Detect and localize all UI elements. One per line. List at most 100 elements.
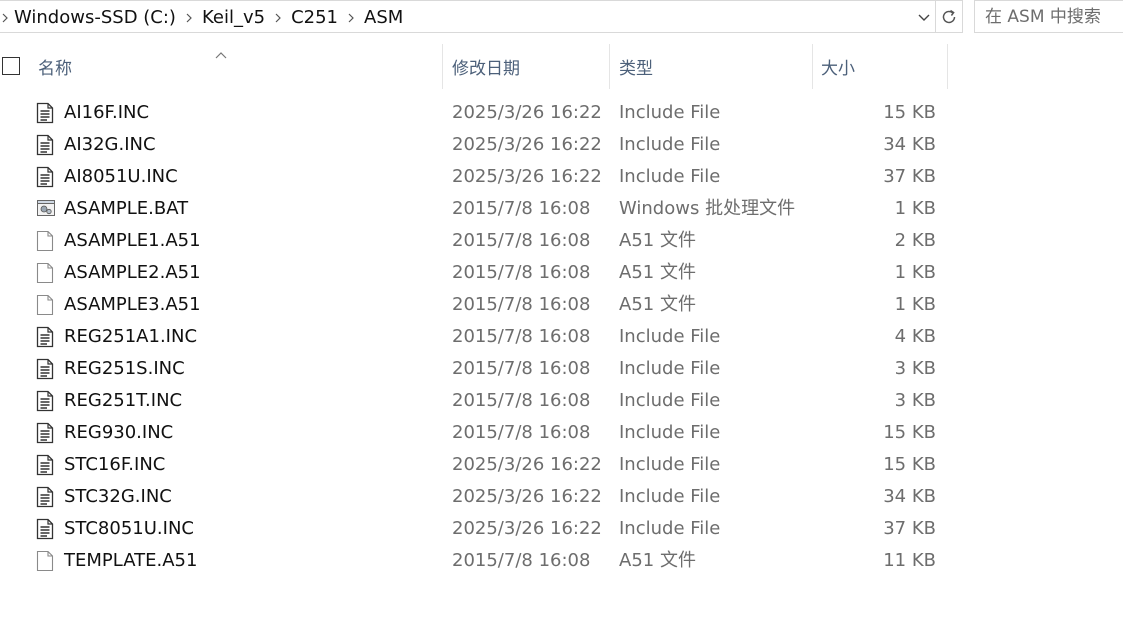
chevron-right-icon[interactable] — [0, 7, 10, 28]
file-name: ASAMPLE1.A51 — [64, 230, 201, 251]
column-divider[interactable] — [812, 44, 813, 89]
text-file-icon — [36, 454, 54, 476]
file-type: Include File — [619, 486, 721, 507]
text-file-icon — [36, 390, 54, 412]
file-size: 1 KB — [894, 198, 936, 219]
file-row[interactable]: AI8051U.INC 2025/3/26 16:22 Include File 37… — [0, 161, 948, 193]
file-modified-date: 2015/7/8 16:08 — [452, 326, 591, 347]
file-size: 34 KB — [883, 486, 936, 507]
file-type: Include File — [619, 422, 721, 443]
file-modified-date: 2025/3/26 16:22 — [452, 102, 602, 123]
column-header-name[interactable]: 名称 — [38, 44, 442, 89]
file-row[interactable]: AI16F.INC 2025/3/26 16:22 Include File 15 K… — [0, 97, 948, 129]
file-modified-date: 2015/7/8 16:08 — [452, 262, 591, 283]
file-type: Include File — [619, 390, 721, 411]
file-row[interactable]: STC16F.INC 2025/3/26 16:22 Include File 15 … — [0, 449, 948, 481]
column-header-size[interactable]: 大小 — [821, 44, 947, 89]
file-type: A51 文件 — [619, 230, 696, 251]
file-row[interactable]: REG251S.INC 2015/7/8 16:08 Include File 3 K… — [0, 353, 948, 385]
file-modified-date: 2025/3/26 16:22 — [452, 486, 602, 507]
breadcrumb-item-drive[interactable]: Windows-SSD (C:) — [10, 7, 180, 28]
text-file-icon — [36, 518, 54, 540]
blank-file-icon — [36, 230, 54, 252]
file-type: A51 文件 — [619, 262, 696, 283]
column-header-date[interactable]: 修改日期 — [452, 44, 609, 89]
text-file-icon — [36, 134, 54, 156]
file-row[interactable]: ASAMPLE1.A51 2015/7/8 16:08 A51 文件 2 KB — [0, 225, 948, 257]
file-row[interactable]: ASAMPLE2.A51 2015/7/8 16:08 A51 文件 1 KB — [0, 257, 948, 289]
breadcrumb-item-c251[interactable]: C251 — [287, 7, 342, 28]
file-name: ASAMPLE2.A51 — [64, 262, 201, 283]
chevron-down-icon[interactable] — [912, 1, 936, 34]
file-name: ASAMPLE3.A51 — [64, 294, 201, 315]
file-modified-date: 2025/3/26 16:22 — [452, 134, 602, 155]
text-file-icon — [36, 422, 54, 444]
file-row[interactable]: STC8051U.INC 2025/3/26 16:22 Include File 3… — [0, 513, 948, 545]
search-input[interactable] — [975, 1, 1123, 32]
file-name: AI16F.INC — [64, 102, 150, 123]
file-row[interactable]: REG251A1.INC 2015/7/8 16:08 Include File 4 … — [0, 321, 948, 353]
file-type: A51 文件 — [619, 550, 696, 571]
file-type: Include File — [619, 454, 721, 475]
file-name: REG251A1.INC — [64, 326, 198, 347]
file-list: AI16F.INC 2025/3/26 16:22 Include File 15 K… — [0, 97, 948, 577]
file-type: Include File — [619, 358, 721, 379]
text-file-icon — [36, 326, 54, 348]
column-header-type[interactable]: 类型 — [619, 44, 812, 89]
file-name: AI8051U.INC — [64, 166, 178, 187]
file-modified-date: 2015/7/8 16:08 — [452, 422, 591, 443]
file-name: REG251S.INC — [64, 358, 185, 379]
text-file-icon — [36, 486, 54, 508]
column-divider[interactable] — [947, 44, 948, 89]
file-type: Include File — [619, 518, 721, 539]
chevron-right-icon[interactable] — [342, 7, 360, 28]
file-name: ASAMPLE.BAT — [64, 198, 189, 219]
file-type: Windows 批处理文件 — [619, 198, 796, 219]
text-file-icon — [36, 358, 54, 380]
file-type: Include File — [619, 166, 721, 187]
breadcrumb-item-asm[interactable]: ASM — [360, 7, 407, 28]
column-divider[interactable] — [442, 44, 443, 89]
address-box[interactable]: Windows-SSD (C:) Keil_v5 C251 ASM — [0, 0, 936, 33]
file-row[interactable]: ASAMPLE.BAT 2015/7/8 16:08 Windows 批处理文件 1 … — [0, 193, 948, 225]
file-row[interactable]: AI32G.INC 2025/3/26 16:22 Include File 34 K… — [0, 129, 948, 161]
file-name: STC16F.INC — [64, 454, 166, 475]
blank-file-icon — [36, 550, 54, 572]
refresh-icon — [942, 9, 956, 23]
file-modified-date: 2015/7/8 16:08 — [452, 230, 591, 251]
file-type: Include File — [619, 102, 721, 123]
file-name: TEMPLATE.A51 — [64, 550, 198, 571]
file-row[interactable]: STC32G.INC 2025/3/26 16:22 Include File 34 … — [0, 481, 948, 513]
blank-file-icon — [36, 294, 54, 316]
file-row[interactable]: REG930.INC 2015/7/8 16:08 Include File 15 K… — [0, 417, 948, 449]
address-bar: Windows-SSD (C:) Keil_v5 C251 ASM — [0, 0, 1123, 34]
text-file-icon — [36, 166, 54, 188]
file-row[interactable]: ASAMPLE3.A51 2015/7/8 16:08 A51 文件 1 KB — [0, 289, 948, 321]
file-name: STC8051U.INC — [64, 518, 194, 539]
breadcrumb-item-keil[interactable]: Keil_v5 — [198, 7, 269, 28]
file-row[interactable]: REG251T.INC 2015/7/8 16:08 Include File 3 K… — [0, 385, 948, 417]
column-divider[interactable] — [609, 44, 610, 89]
file-size: 34 KB — [883, 134, 936, 155]
file-type: A51 文件 — [619, 294, 696, 315]
breadcrumb: Windows-SSD (C:) Keil_v5 C251 ASM — [0, 1, 407, 34]
column-header: 名称 修改日期 类型 大小 — [0, 44, 948, 89]
blank-file-icon — [36, 262, 54, 284]
file-type: Include File — [619, 134, 721, 155]
file-name: REG251T.INC — [64, 390, 183, 411]
chevron-right-icon[interactable] — [269, 7, 287, 28]
file-modified-date: 2015/7/8 16:08 — [452, 390, 591, 411]
file-size: 1 KB — [894, 262, 936, 283]
file-size: 15 KB — [883, 422, 936, 443]
file-modified-date: 2015/7/8 16:08 — [452, 550, 591, 571]
file-row[interactable]: TEMPLATE.A51 2015/7/8 16:08 A51 文件 11 KB — [0, 545, 948, 577]
file-modified-date: 2015/7/8 16:08 — [452, 358, 591, 379]
refresh-button[interactable] — [936, 0, 963, 33]
file-size: 3 KB — [894, 358, 936, 379]
chevron-right-icon[interactable] — [180, 7, 198, 28]
file-size: 2 KB — [894, 230, 936, 251]
file-name: STC32G.INC — [64, 486, 172, 507]
file-modified-date: 2025/3/26 16:22 — [452, 454, 602, 475]
file-name: REG930.INC — [64, 422, 174, 443]
batch-file-icon — [36, 198, 55, 220]
